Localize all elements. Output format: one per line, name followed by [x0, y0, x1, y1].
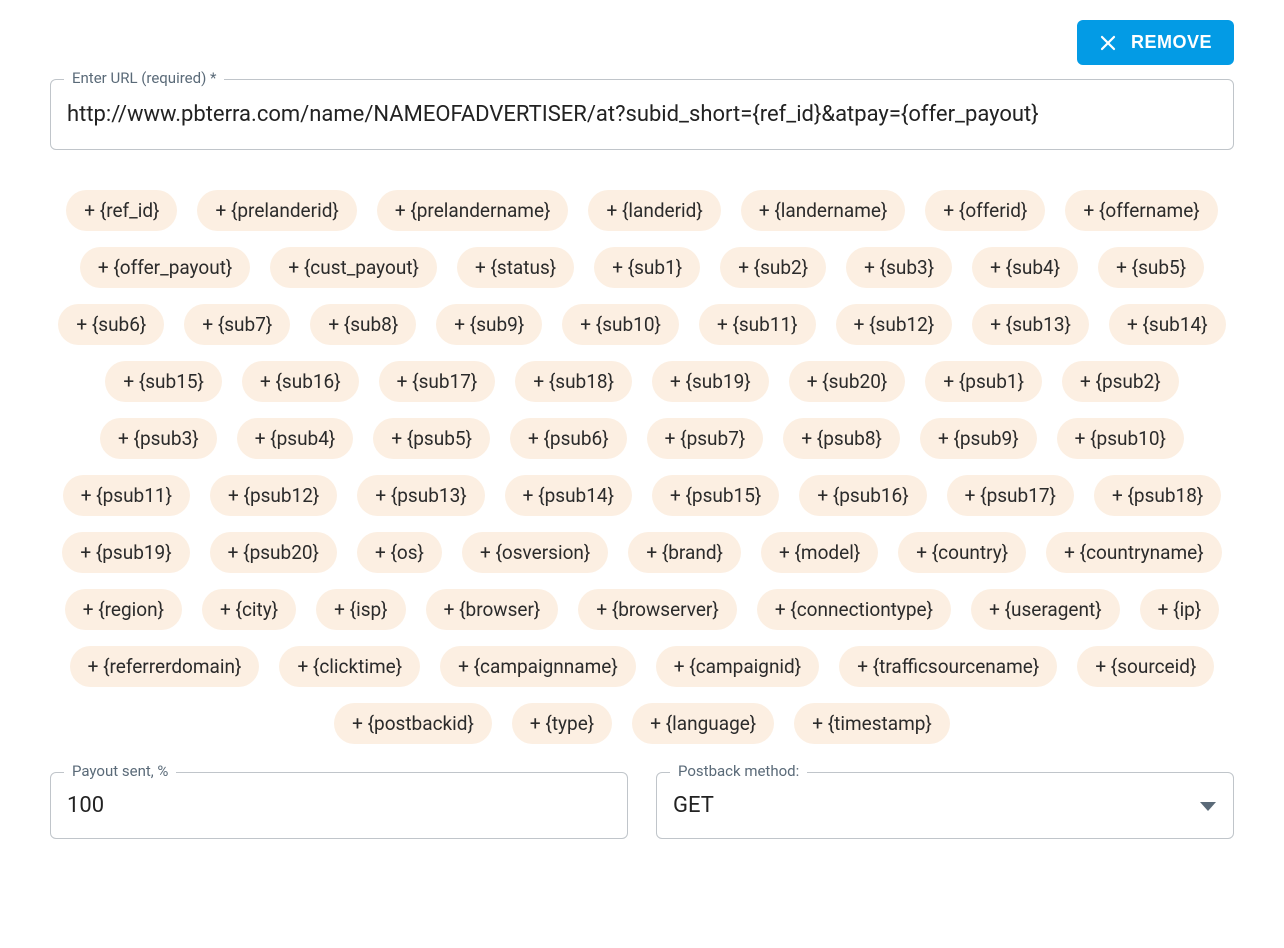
url-field-label: Enter URL (required) * [64, 69, 224, 87]
token-chip[interactable]: + {brand} [628, 532, 741, 573]
token-chip[interactable]: + {os} [357, 532, 442, 573]
token-chip[interactable]: + {status} [457, 247, 574, 288]
token-chip[interactable]: + {psub4} [237, 418, 354, 459]
token-chip[interactable]: + {sub8} [310, 304, 416, 345]
token-chip[interactable]: + {psub10} [1057, 418, 1184, 459]
token-chip[interactable]: + {isp} [316, 589, 405, 630]
token-chip[interactable]: + {campaignid} [656, 646, 819, 687]
token-chip[interactable]: + {psub14} [505, 475, 632, 516]
method-field-label: Postback method: [670, 762, 807, 780]
token-chip[interactable]: + {psub6} [510, 418, 627, 459]
token-chip[interactable]: + {sourceid} [1077, 646, 1214, 687]
payout-field-label: Payout sent, % [64, 762, 176, 780]
token-chip[interactable]: + {psub13} [357, 475, 484, 516]
token-chip[interactable]: + {sub7} [184, 304, 290, 345]
token-chip[interactable]: + {cust_payout} [270, 247, 437, 288]
token-chip[interactable]: + {ref_id} [66, 190, 177, 231]
token-chip[interactable]: + {landername} [741, 190, 906, 231]
token-chip[interactable]: + {clicktime} [279, 646, 420, 687]
token-chip[interactable]: + {prelanderid} [197, 190, 356, 231]
token-chip[interactable]: + {sub20} [789, 361, 906, 402]
token-chip[interactable]: + {offername} [1065, 190, 1217, 231]
token-chip[interactable]: + {sub13} [972, 304, 1089, 345]
token-chip[interactable]: + {psub5} [373, 418, 490, 459]
token-chips-area: + {ref_id} + {prelanderid} + {prelandernam… [50, 178, 1234, 772]
token-chip[interactable]: + {campaignname} [440, 646, 636, 687]
token-chip[interactable]: + {psub18} [1094, 475, 1221, 516]
method-field-wrapper: Postback method: GET [656, 772, 1234, 839]
token-chip[interactable]: + {sub16} [242, 361, 359, 402]
token-chip[interactable]: + {psub16} [799, 475, 926, 516]
token-chip[interactable]: + {psub8} [783, 418, 900, 459]
token-chip[interactable]: + {offerid} [925, 190, 1045, 231]
close-icon [1099, 34, 1117, 52]
token-chip[interactable]: + {country} [898, 532, 1026, 573]
token-chip[interactable]: + {psub2} [1062, 361, 1179, 402]
token-chip[interactable]: + {referrerdomain} [70, 646, 260, 687]
token-chip[interactable]: + {language} [632, 703, 774, 744]
bottom-row: Payout sent, % Postback method: GET [50, 772, 1234, 839]
token-chip[interactable]: + {sub6} [58, 304, 164, 345]
token-chip[interactable]: + {ip} [1140, 589, 1220, 630]
token-chip[interactable]: + {model} [761, 532, 878, 573]
token-chip[interactable]: + {sub3} [846, 247, 952, 288]
token-chip[interactable]: + {sub10} [562, 304, 679, 345]
token-chip[interactable]: + {region} [65, 589, 182, 630]
remove-button-label: REMOVE [1131, 32, 1212, 53]
token-chip[interactable]: + {timestamp} [794, 703, 950, 744]
token-chip[interactable]: + {sub11} [699, 304, 816, 345]
url-input[interactable] [50, 79, 1234, 150]
token-chip[interactable]: + {osversion} [462, 532, 608, 573]
top-row: REMOVE [50, 20, 1234, 65]
token-chip[interactable]: + {type} [512, 703, 612, 744]
token-chip[interactable]: + {countryname} [1046, 532, 1221, 573]
token-chip[interactable]: + {browserver} [578, 589, 736, 630]
token-chip[interactable]: + {psub15} [652, 475, 779, 516]
token-chip[interactable]: + {psub11} [63, 475, 190, 516]
token-chip[interactable]: + {sub1} [594, 247, 700, 288]
token-chip[interactable]: + {postbackid} [334, 703, 492, 744]
token-chip[interactable]: + {psub3} [100, 418, 217, 459]
token-chip[interactable]: + {sub5} [1098, 247, 1204, 288]
token-chip[interactable]: + {sub17} [379, 361, 496, 402]
token-chip[interactable]: + {sub19} [652, 361, 769, 402]
token-chip[interactable]: + {useragent} [971, 589, 1120, 630]
token-chip[interactable]: + {sub18} [515, 361, 632, 402]
token-chip[interactable]: + {sub2} [720, 247, 826, 288]
token-chip[interactable]: + {sub12} [836, 304, 953, 345]
token-chip[interactable]: + {psub17} [947, 475, 1074, 516]
token-chip[interactable]: + {psub1} [925, 361, 1042, 402]
payout-field-wrapper: Payout sent, % [50, 772, 628, 839]
token-chip[interactable]: + {trafficsourcename} [839, 646, 1057, 687]
token-chip[interactable]: + {psub20} [210, 532, 337, 573]
remove-button[interactable]: REMOVE [1077, 20, 1234, 65]
token-chip[interactable]: + {psub7} [647, 418, 764, 459]
token-chip[interactable]: + {sub14} [1109, 304, 1226, 345]
method-select[interactable]: GET [656, 772, 1234, 839]
token-chip[interactable]: + {psub12} [210, 475, 337, 516]
postback-form: REMOVE Enter URL (required) * + {ref_id}… [20, 0, 1264, 859]
token-chip[interactable]: + {sub9} [436, 304, 542, 345]
token-chip[interactable]: + {city} [202, 589, 296, 630]
token-chip[interactable]: + {browser} [426, 589, 559, 630]
token-chip[interactable]: + {psub19} [62, 532, 189, 573]
payout-input[interactable] [50, 772, 628, 839]
url-field-wrapper: Enter URL (required) * [50, 79, 1234, 150]
token-chip[interactable]: + {psub9} [920, 418, 1037, 459]
token-chip[interactable]: + {sub15} [105, 361, 222, 402]
token-chip[interactable]: + {sub4} [972, 247, 1078, 288]
token-chip[interactable]: + {prelandername} [377, 190, 569, 231]
token-chip[interactable]: + {offer_payout} [80, 247, 251, 288]
token-chip[interactable]: + {connectiontype} [757, 589, 951, 630]
token-chip[interactable]: + {landerid} [588, 190, 720, 231]
